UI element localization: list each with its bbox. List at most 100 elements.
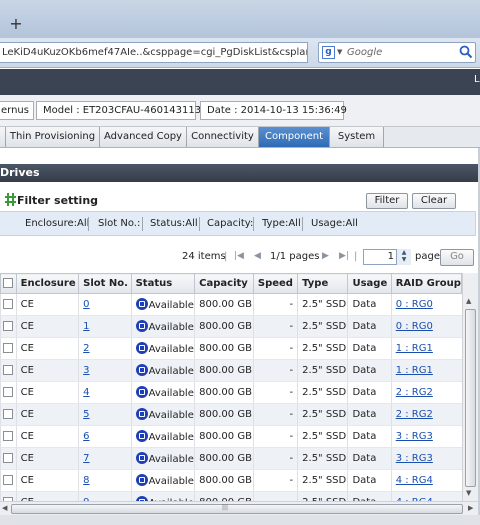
- table-row[interactable]: CE 3 Available 800.00 GB -2.5" SSD Data 1 : RG…: [0, 359, 462, 382]
- row-select-cell[interactable]: [0, 403, 17, 426]
- prev-page-icon[interactable]: ◀: [254, 251, 261, 261]
- raid-group-link[interactable]: 2 : RG2: [396, 387, 433, 398]
- column-usage[interactable]: Usage: [347, 273, 392, 294]
- new-tab-button[interactable]: +: [8, 14, 24, 34]
- row-select-cell[interactable]: [0, 337, 17, 360]
- row-checkbox[interactable]: [3, 321, 14, 331]
- go-button[interactable]: Go: [440, 249, 474, 266]
- select-all-checkbox[interactable]: [3, 278, 14, 288]
- column-slot[interactable]: Slot No.: [78, 273, 132, 294]
- column-status[interactable]: Status: [130, 273, 196, 294]
- column-capacity[interactable]: Capacity: [194, 273, 254, 294]
- next-page-icon[interactable]: ▶: [322, 251, 329, 261]
- raid-group-link[interactable]: 0 : RG0: [396, 299, 433, 310]
- tab-system[interactable]: System: [330, 127, 384, 147]
- row-checkbox[interactable]: [3, 299, 14, 309]
- row-checkbox[interactable]: [3, 387, 14, 397]
- row-checkbox[interactable]: [3, 409, 14, 419]
- pagination: 24 items | |◀ ◀ 1/1 pages ▶ ▶| | 1 ▲ ▼ pa…: [0, 246, 480, 268]
- slot-link[interactable]: 2: [83, 343, 89, 354]
- search-icon[interactable]: [459, 45, 473, 59]
- vertical-scroll-thumb[interactable]: [465, 309, 476, 487]
- slot-link[interactable]: 4: [83, 387, 89, 398]
- enclosure-cell: CE: [15, 447, 79, 470]
- slot-link[interactable]: 3: [83, 365, 89, 376]
- row-select-cell[interactable]: [0, 293, 17, 316]
- google-engine-icon[interactable]: g: [322, 46, 335, 59]
- slot-link[interactable]: 0: [83, 299, 89, 310]
- date-info: Date : 2014-10-13 15:36:49: [200, 101, 347, 120]
- enclosure-cell: CE: [15, 359, 79, 382]
- available-status-icon: [135, 364, 148, 376]
- select-all-header[interactable]: [0, 273, 17, 294]
- slot-link[interactable]: 1: [83, 321, 89, 332]
- filter-separator: [88, 217, 89, 231]
- raid-group-link[interactable]: 3 : RG3: [396, 431, 433, 442]
- filter-grid-icon: [5, 193, 16, 206]
- table-row[interactable]: CE 8 Available 800.00 GB -2.5" SSD Data 4 : RG…: [0, 469, 462, 492]
- raid-group-link[interactable]: 3 : RG3: [396, 453, 433, 464]
- status-text: Available: [148, 432, 194, 443]
- table-row[interactable]: CE 0 Available 800.00 GB -2.5" SSD Data 0 : RG…: [0, 293, 462, 316]
- first-page-icon[interactable]: |◀: [234, 251, 244, 261]
- tab-advanced-copy[interactable]: Advanced Copy: [100, 127, 187, 147]
- scroll-down-icon[interactable]: ▼: [466, 489, 471, 497]
- row-select-cell[interactable]: [0, 491, 17, 501]
- tab-connectivity[interactable]: Connectivity: [187, 127, 259, 147]
- status-text: Available: [148, 476, 194, 487]
- row-select-cell[interactable]: [0, 359, 17, 382]
- tab-thin-provisioning[interactable]: Thin Provisioning: [6, 127, 100, 147]
- slot-link[interactable]: 8: [83, 475, 89, 486]
- type-cell: 2.5" SSD: [297, 359, 348, 382]
- column-raid-group[interactable]: RAID Group: [390, 273, 462, 294]
- table-row[interactable]: CE9Available800.00 GB-2.5" SSDData4 : RG…: [0, 491, 462, 501]
- vertical-scrollbar[interactable]: ▲ ▼: [462, 273, 478, 501]
- speed-cell: -: [252, 293, 298, 316]
- table-row[interactable]: CE 1 Available 800.00 GB -2.5" SSD Data 0 : RG…: [0, 315, 462, 338]
- row-checkbox[interactable]: [3, 343, 14, 353]
- table-row[interactable]: CE 5 Available 800.00 GB -2.5" SSD Data 2 : RG…: [0, 403, 462, 426]
- scroll-up-icon[interactable]: ▲: [466, 297, 471, 305]
- browser-search-box[interactable]: g ▼ Google: [318, 42, 476, 63]
- raid-group-link[interactable]: 0 : RG0: [396, 321, 433, 332]
- last-page-icon[interactable]: ▶|: [339, 251, 349, 261]
- raid-group-link[interactable]: 1 : RG1: [396, 343, 433, 354]
- row-select-cell[interactable]: [0, 315, 17, 338]
- column-enclosure[interactable]: Enclosure: [15, 273, 80, 294]
- status-cell: Available: [130, 381, 195, 404]
- horizontal-scroll-thumb[interactable]: [11, 504, 463, 514]
- page-spinner[interactable]: ▲ ▼: [396, 249, 411, 265]
- row-select-cell[interactable]: [0, 447, 17, 470]
- row-select-cell[interactable]: [0, 381, 17, 404]
- slot-link[interactable]: 5: [83, 409, 89, 420]
- slot-link[interactable]: 7: [83, 453, 89, 464]
- column-speed[interactable]: Speed: [252, 273, 299, 294]
- capacity-cell: 800.00 GB: [194, 359, 254, 382]
- row-checkbox[interactable]: [3, 453, 14, 463]
- raid-group-cell: 4 : RG4: [390, 491, 462, 501]
- type-cell: 2.5" SSD: [297, 403, 348, 426]
- row-select-cell[interactable]: [0, 469, 17, 492]
- tab-component[interactable]: Component: [259, 127, 330, 147]
- row-checkbox[interactable]: [3, 365, 14, 375]
- raid-group-link[interactable]: 1 : RG1: [396, 365, 433, 376]
- raid-group-link[interactable]: 2 : RG2: [396, 409, 433, 420]
- row-select-cell[interactable]: [0, 425, 17, 448]
- table-row[interactable]: CE 7 Available 800.00 GB -2.5" SSD Data 3 : RG…: [0, 447, 462, 470]
- table-row[interactable]: CE 4 Available 800.00 GB -2.5" SSD Data 2 : RG…: [0, 381, 462, 404]
- raid-group-link[interactable]: 4 : RG4: [396, 475, 433, 486]
- scroll-right-icon[interactable]: ▶: [468, 504, 473, 512]
- column-type[interactable]: Type: [297, 273, 349, 294]
- row-checkbox[interactable]: [3, 431, 14, 441]
- table-row[interactable]: CE 6 Available 800.00 GB -2.5" SSD Data 3 : RG…: [0, 425, 462, 448]
- filter-button[interactable]: Filter: [366, 193, 408, 209]
- scroll-left-icon[interactable]: ◀: [2, 504, 7, 512]
- url-bar[interactable]: LeKiD4uKuzOKb6mef47AIe..&csppage=cgi_PgD…: [0, 42, 308, 63]
- table-row[interactable]: CE 2 Available 800.00 GB -2.5" SSD Data 1 : RG…: [0, 337, 462, 360]
- clear-button[interactable]: Clear: [412, 193, 456, 209]
- search-placeholder: Google: [347, 47, 383, 58]
- row-checkbox[interactable]: [3, 475, 14, 485]
- slot-link[interactable]: 6: [83, 431, 89, 442]
- engine-dropdown-icon[interactable]: ▼: [337, 46, 342, 59]
- horizontal-scrollbar[interactable]: ◀ ||| ▶: [0, 501, 478, 515]
